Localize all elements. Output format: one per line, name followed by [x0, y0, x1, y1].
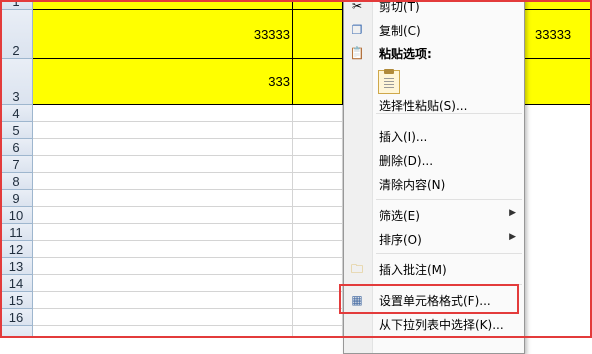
cell[interactable] [33, 122, 293, 139]
menu-item-copy[interactable]: ❐ 复制(C) [344, 19, 524, 41]
menu-item-label: 筛选(E) [379, 209, 420, 223]
menu-item-label: 清除内容(N) [379, 178, 446, 192]
row-header[interactable]: 13 [0, 258, 33, 275]
menu-item-clear-contents[interactable]: 清除内容(N) [344, 173, 524, 195]
menu-item-pick-from-list[interactable]: 从下拉列表中选择(K)... [344, 313, 524, 335]
context-menu: ✂ 剪切(T) ❐ 复制(C) 📋 粘贴选项: 选择性粘贴(S)... 插入(I… [343, 0, 525, 354]
cell[interactable] [33, 224, 293, 241]
cell[interactable] [33, 173, 293, 190]
menu-item-delete[interactable]: 删除(D)... [344, 149, 524, 171]
cell[interactable] [33, 275, 293, 292]
row-header[interactable]: 3 [0, 59, 33, 105]
menu-item-label: 设置单元格格式(F)... [379, 294, 491, 308]
row-header[interactable]: 15 [0, 292, 33, 309]
row-header[interactable]: 9 [0, 190, 33, 207]
cell[interactable] [293, 0, 343, 10]
menu-separator [376, 284, 522, 285]
row-header[interactable]: 12 [0, 241, 33, 258]
cell[interactable] [33, 292, 293, 309]
paste-option-button[interactable] [378, 69, 400, 94]
cell[interactable] [33, 156, 293, 173]
cell[interactable] [33, 241, 293, 258]
cell[interactable] [293, 105, 343, 122]
row-header[interactable]: 10 [0, 207, 33, 224]
clipboard-clip [384, 69, 394, 74]
menu-item-insert[interactable]: 插入(I)... [344, 125, 524, 147]
cell[interactable] [33, 190, 293, 207]
menu-item-label: 剪切(T) [379, 0, 420, 14]
menu-separator [376, 199, 522, 200]
cell[interactable] [293, 173, 343, 190]
menu-item-label: 从下拉列表中选择(K)... [379, 318, 504, 332]
menu-item-label: 插入(I)... [379, 130, 428, 144]
menu-item-sort[interactable]: 排序(O) ▶ [344, 228, 524, 250]
cell[interactable] [293, 190, 343, 207]
menu-item-label: 删除(D)... [379, 154, 434, 168]
copy-icon: ❐ [351, 23, 363, 37]
row-header[interactable]: 4 [0, 105, 33, 122]
row-header[interactable]: 16 [0, 309, 33, 326]
cell[interactable] [293, 258, 343, 275]
cell[interactable] [33, 207, 293, 224]
menu-item-label: 粘贴选项: [379, 47, 432, 61]
row-header[interactable]: 8 [0, 173, 33, 190]
menu-item-label: 排序(O) [379, 233, 422, 247]
menu-item-format-cells[interactable]: ▦ 设置单元格格式(F)... [344, 289, 524, 311]
submenu-arrow-icon: ▶ [509, 208, 516, 218]
cell[interactable] [33, 326, 293, 338]
menu-item-paste-special[interactable]: 选择性粘贴(S)... [344, 94, 524, 116]
menu-item-paste-options: 📋 粘贴选项: [344, 42, 524, 64]
cell[interactable] [33, 309, 293, 326]
folder-comment-icon: 🗀 [350, 262, 363, 276]
cell[interactable] [525, 59, 592, 105]
cell[interactable] [293, 292, 343, 309]
format-cells-icon: ▦ [351, 293, 363, 307]
row-header[interactable] [0, 326, 33, 338]
cell[interactable] [293, 207, 343, 224]
menu-item-insert-comment[interactable]: 🗀 插入批注(M) [344, 258, 524, 280]
cell[interactable] [33, 139, 293, 156]
row-header[interactable]: 14 [0, 275, 33, 292]
cell[interactable] [293, 139, 343, 156]
row-header[interactable]: 7 [0, 156, 33, 173]
clipboard-icon: 📋 [349, 46, 365, 60]
cell[interactable] [293, 10, 343, 59]
cell[interactable] [525, 0, 592, 10]
submenu-arrow-icon: ▶ [509, 232, 516, 242]
menu-item-filter[interactable]: 筛选(E) ▶ [344, 204, 524, 226]
cell[interactable] [293, 122, 343, 139]
cell[interactable] [293, 241, 343, 258]
cell[interactable] [293, 326, 343, 338]
cell[interactable]: 333 [33, 59, 293, 105]
paste-icon [384, 78, 394, 90]
menu-item-label: 选择性粘贴(S)... [379, 99, 468, 113]
row-header[interactable]: 2 [0, 10, 33, 59]
cell[interactable] [293, 275, 343, 292]
cell[interactable] [33, 0, 293, 10]
row-header[interactable]: 5 [0, 122, 33, 139]
menu-item-label: 复制(C) [379, 24, 421, 38]
cell[interactable] [293, 59, 343, 105]
scissors-icon: ✂ [351, 0, 363, 13]
menu-item-cut[interactable]: ✂ 剪切(T) [344, 0, 524, 17]
cell[interactable]: 33333 [33, 10, 293, 59]
cell[interactable] [293, 224, 343, 241]
row-header[interactable]: 11 [0, 224, 33, 241]
cell[interactable] [293, 309, 343, 326]
cell[interactable] [33, 258, 293, 275]
cell[interactable] [33, 105, 293, 122]
row-header[interactable]: 6 [0, 139, 33, 156]
menu-separator [376, 253, 522, 254]
cell[interactable] [293, 156, 343, 173]
menu-item-label: 插入批注(M) [379, 263, 447, 277]
row-header[interactable]: 1 [0, 0, 33, 10]
cell[interactable]: 33333 [525, 10, 592, 59]
